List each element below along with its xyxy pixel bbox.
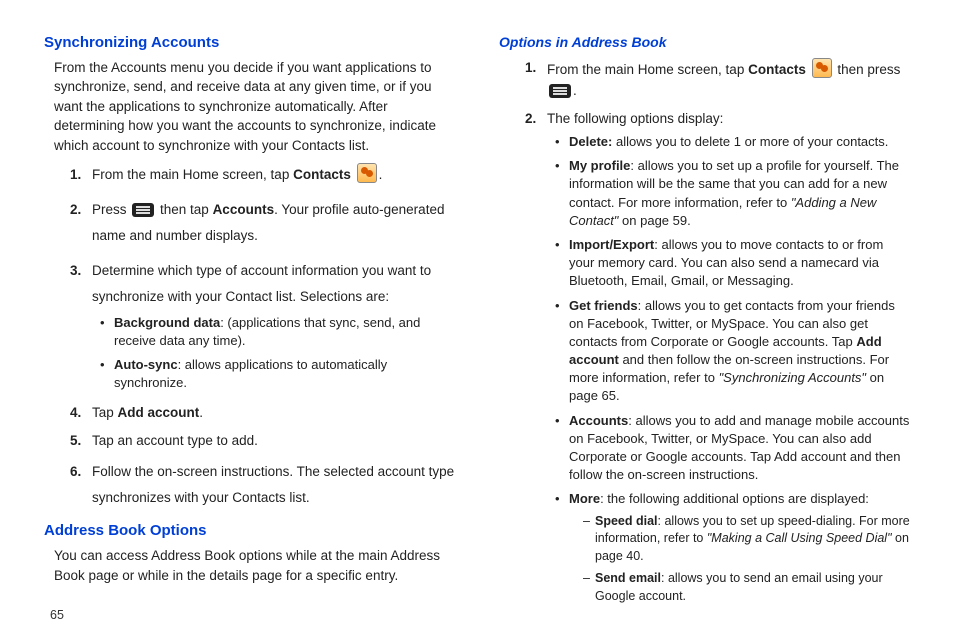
bullet-auto-sync: Auto-sync: allows applications to automa… <box>100 356 455 392</box>
label: Get friends <box>569 298 638 313</box>
ref: "Making a Call Using Speed Dial" <box>707 531 892 545</box>
label: More <box>569 491 600 506</box>
text: . <box>199 405 203 420</box>
heading-sync-accounts: Synchronizing Accounts <box>44 32 455 54</box>
label: Send email <box>595 571 661 585</box>
heading-address-book-options: Address Book Options <box>44 520 455 542</box>
label: Speed dial <box>595 514 658 528</box>
contacts-label: Contacts <box>293 167 351 182</box>
options-bullets: Delete: allows you to delete 1 or more o… <box>547 133 910 605</box>
left-column: Synchronizing Accounts From the Accounts… <box>44 28 455 618</box>
label: Background data <box>114 315 220 330</box>
bullet-background-data: Background data: (applications that sync… <box>100 314 455 350</box>
bullet-accounts: Accounts: allows you to add and manage m… <box>555 412 910 485</box>
bullet-import-export: Import/Export: allows you to move contac… <box>555 236 910 291</box>
label: Auto-sync <box>114 357 178 372</box>
dash-speed-dial: Speed dial: allows you to set up speed-d… <box>583 513 910 566</box>
contacts-icon <box>812 58 832 78</box>
text: then tap <box>156 202 212 217</box>
label: Accounts <box>569 413 628 428</box>
bullet-delete: Delete: allows you to delete 1 or more o… <box>555 133 910 151</box>
right-column: Options in Address Book From the main Ho… <box>499 28 910 618</box>
dash-send-email: Send email: allows you to send an email … <box>583 570 910 605</box>
sync-step-3: Determine which type of account informat… <box>70 258 455 392</box>
menu-icon <box>132 203 154 217</box>
sync-steps-list: From the main Home screen, tap Contacts … <box>44 162 455 511</box>
bullet-get-friends: Get friends: allows you to get contacts … <box>555 297 910 406</box>
text: Tap <box>92 405 118 420</box>
text: Follow the on-screen instructions. The s… <box>92 464 454 505</box>
text: . <box>379 167 383 182</box>
sync-step-6: Follow the on-screen instructions. The s… <box>70 459 455 510</box>
label: Delete: <box>569 134 612 149</box>
sync-step-4: Tap Add account. <box>70 403 455 423</box>
bullet-more: More: the following additional options a… <box>555 490 910 605</box>
text: : the following additional options are d… <box>600 491 869 506</box>
text: then press <box>834 62 901 77</box>
sync-step-1: From the main Home screen, tap Contacts … <box>70 162 455 188</box>
options-step-2: The following options display: Delete: a… <box>525 109 910 605</box>
sync-step-2: Press then tap Accounts. Your profile au… <box>70 197 455 248</box>
address-book-intro: You can access Address Book options whil… <box>54 546 455 585</box>
add-account-label: Add account <box>118 405 200 420</box>
text: Determine which type of account informat… <box>92 263 431 304</box>
sync-step-3-sublist: Background data: (applications that sync… <box>92 314 455 393</box>
options-step-1: From the main Home screen, tap Contacts … <box>525 58 910 101</box>
label: My profile <box>569 158 630 173</box>
contacts-icon <box>357 163 377 183</box>
menu-icon <box>549 84 571 98</box>
ref: "Synchronizing Accounts" <box>719 370 867 385</box>
options-steps-list: From the main Home screen, tap Contacts … <box>499 58 910 605</box>
accounts-label: Accounts <box>213 202 275 217</box>
text: . <box>573 83 577 98</box>
text: The following options display: <box>547 111 723 126</box>
manual-page: Synchronizing Accounts From the Accounts… <box>0 0 954 636</box>
text: From the main Home screen, tap <box>547 62 748 77</box>
sync-step-5: Tap an account type to add. <box>70 431 455 451</box>
text: From the main Home screen, tap <box>92 167 293 182</box>
text: Tap an account type to add. <box>92 433 258 448</box>
text: Press <box>92 202 130 217</box>
text: allows you to delete 1 or more of your c… <box>612 134 888 149</box>
more-sublist: Speed dial: allows you to set up speed-d… <box>569 513 910 606</box>
sync-intro-text: From the Accounts menu you decide if you… <box>54 58 455 156</box>
label: Import/Export <box>569 237 654 252</box>
contacts-label: Contacts <box>748 62 806 77</box>
text: on page 59. <box>618 213 690 228</box>
page-number: 65 <box>50 608 64 622</box>
bullet-my-profile: My profile: allows you to set up a profi… <box>555 157 910 230</box>
heading-options-in-address-book: Options in Address Book <box>499 32 910 52</box>
